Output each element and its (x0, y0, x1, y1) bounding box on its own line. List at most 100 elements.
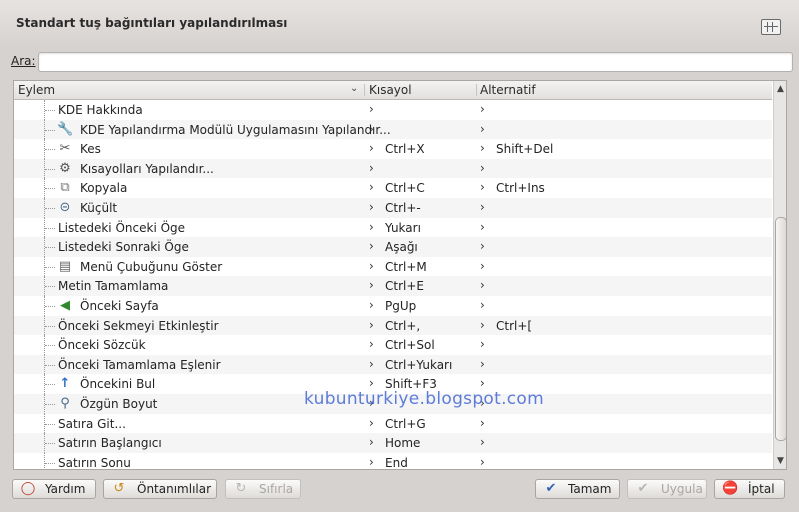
action-name: KDE Yapılandırma Modülü Uygulamasını Yap… (80, 122, 391, 137)
scroll-up-arrow-icon[interactable]: ▲ (775, 83, 786, 95)
table-row[interactable]: ✂ Kes › Ctrl+X › Shift+Del (14, 139, 772, 159)
table-row[interactable]: ▤ Menü Çubuğunu Göster › Ctrl+M › (14, 256, 772, 277)
chevron-right-icon[interactable]: › (369, 180, 374, 194)
sort-chevron-down-icon[interactable]: ⌄ (350, 83, 358, 94)
chevron-right-icon[interactable]: › (369, 122, 374, 136)
shortcut-value[interactable]: Ctrl+Sol (385, 338, 435, 352)
vertical-scrollbar[interactable]: ▲ ▼ (773, 81, 786, 469)
chevron-right-icon[interactable]: › (369, 435, 374, 449)
table-row[interactable]: ⧉ Kopyala › Ctrl+C › Ctrl+Ins (14, 178, 772, 198)
chevron-right-icon[interactable]: › (480, 455, 485, 469)
shortcut-value[interactable]: Yukarı (385, 221, 421, 235)
help-icon: ◯ (20, 481, 36, 496)
table-row[interactable]: Önceki Sözcük › Ctrl+Sol › (14, 335, 772, 355)
shortcut-value[interactable]: Home (385, 436, 420, 450)
chevron-right-icon[interactable]: › (369, 455, 374, 469)
shortcut-value[interactable]: PgUp (385, 299, 416, 313)
chevron-right-icon[interactable]: › (480, 180, 485, 194)
chevron-right-icon[interactable]: › (369, 102, 374, 116)
chevron-right-icon[interactable]: › (480, 318, 485, 332)
chevron-right-icon[interactable]: › (480, 416, 485, 430)
shortcut-value[interactable]: Ctrl+X (385, 142, 425, 156)
chevron-right-icon[interactable]: › (369, 318, 374, 332)
table-row[interactable]: KDE Hakkında › › (14, 100, 772, 120)
table-row[interactable]: ⊝ Küçült › Ctrl+- › (14, 197, 772, 218)
cancel-button[interactable]: ⛔ İptal (714, 479, 785, 499)
chevron-right-icon[interactable]: › (480, 200, 485, 214)
defaults-button-label: Öntanımlılar (137, 482, 212, 496)
search-input[interactable] (38, 52, 793, 72)
column-header-alternate[interactable]: Alternatif (480, 83, 536, 97)
alternate-value[interactable]: Shift+Del (496, 142, 553, 156)
up-arrow-icon: ↑ (59, 376, 71, 392)
tree-branch-line (45, 305, 55, 307)
chevron-right-icon[interactable]: › (480, 357, 485, 371)
reset-button[interactable]: ↻ Sıfırla (225, 479, 301, 499)
shortcut-value[interactable]: End (385, 456, 408, 469)
table-row[interactable]: Önceki Tamamlama Eşlenir › Ctrl+Yukarı › (14, 354, 772, 375)
table-row[interactable]: Metin Tamamlama › Ctrl+E › (14, 276, 772, 296)
chevron-right-icon[interactable]: › (480, 278, 485, 292)
defaults-button[interactable]: ↺ Öntanımlılar (103, 479, 217, 499)
help-button[interactable]: ◯ Yardım (12, 479, 96, 499)
shortcut-value[interactable]: Ctrl+M (385, 260, 427, 274)
ok-button[interactable]: ✔ Tamam (535, 479, 620, 499)
tree-branch-line (45, 345, 55, 347)
shortcut-value[interactable]: Ctrl+E (385, 279, 424, 293)
alternate-value[interactable]: Ctrl+[ (496, 319, 532, 333)
shortcut-value[interactable]: Ctrl+C (385, 181, 425, 195)
keyboard-grid-icon (761, 19, 781, 35)
tree-branch-line (45, 423, 55, 425)
column-header-shortcut[interactable]: Kısayol (369, 83, 412, 97)
shortcut-value[interactable]: Ctrl+Yukarı (385, 358, 452, 372)
table-row[interactable]: Satırın Başlangıcı › Home › (14, 433, 772, 453)
table-row[interactable]: Listedeki Sonraki Öge › Aşağı › (14, 237, 772, 257)
chevron-right-icon[interactable]: › (480, 298, 485, 312)
scrollbar-thumb[interactable] (775, 217, 786, 441)
tree-branch-line (45, 443, 55, 445)
tree-branch-line (44, 452, 46, 469)
chevron-right-icon[interactable]: › (480, 122, 485, 136)
chevron-right-icon[interactable]: › (369, 200, 374, 214)
alternate-value[interactable]: Ctrl+Ins (496, 181, 545, 195)
apply-button[interactable]: ✔ Uygula (627, 479, 707, 499)
table-row[interactable]: ◀ Önceki Sayfa › PgUp › (14, 295, 772, 316)
column-separator (476, 84, 477, 96)
cancel-icon: ⛔ (722, 481, 739, 496)
chevron-right-icon[interactable]: › (480, 337, 485, 351)
table-row[interactable]: Satıra Git... › Ctrl+G › (14, 413, 772, 434)
scroll-down-arrow-icon[interactable]: ▼ (775, 455, 786, 467)
chevron-right-icon[interactable]: › (369, 220, 374, 234)
table-row[interactable]: Satırın Sonu › End › (14, 452, 772, 469)
chevron-right-icon[interactable]: › (480, 239, 485, 253)
chevron-right-icon[interactable]: › (369, 239, 374, 253)
chevron-right-icon[interactable]: › (369, 416, 374, 430)
chevron-right-icon[interactable]: › (369, 161, 374, 175)
table-row[interactable]: Önceki Sekmeyi Etkinleştir › Ctrl+, › Ct… (14, 315, 772, 336)
chevron-right-icon[interactable]: › (369, 337, 374, 351)
shortcut-value[interactable]: Ctrl+- (385, 201, 421, 215)
watermark-text: kubunturkiye.blogspot.com (304, 389, 544, 409)
chevron-right-icon[interactable]: › (480, 102, 485, 116)
chevron-right-icon[interactable]: › (369, 278, 374, 292)
chevron-right-icon[interactable]: › (480, 259, 485, 273)
tree-branch-line (45, 247, 55, 249)
chevron-right-icon[interactable]: › (369, 259, 374, 273)
table-row[interactable]: ⚙ Kısayolları Yapılandır... › › (14, 158, 772, 179)
chevron-right-icon[interactable]: › (369, 298, 374, 312)
table-row[interactable]: Listedeki Önceki Öge › Yukarı › (14, 217, 772, 238)
copy-icon: ⧉ (60, 180, 70, 196)
chevron-right-icon[interactable]: › (480, 161, 485, 175)
table-row[interactable]: 🔧 KDE Yapılandırma Modülü Uygulamasını Y… (14, 119, 772, 140)
shortcut-value[interactable]: Ctrl+G (385, 417, 426, 431)
chevron-right-icon[interactable]: › (480, 435, 485, 449)
chevron-right-icon[interactable]: › (480, 141, 485, 155)
shortcut-value[interactable]: Ctrl+, (385, 319, 420, 333)
shortcut-value[interactable]: Aşağı (385, 240, 418, 254)
checkmark-icon: ✔ (545, 481, 557, 496)
chevron-right-icon[interactable]: › (369, 357, 374, 371)
chevron-right-icon[interactable]: › (369, 141, 374, 155)
column-header-action[interactable]: Eylem (18, 83, 55, 97)
chevron-right-icon[interactable]: › (480, 220, 485, 234)
defaults-icon: ↺ (113, 481, 125, 496)
